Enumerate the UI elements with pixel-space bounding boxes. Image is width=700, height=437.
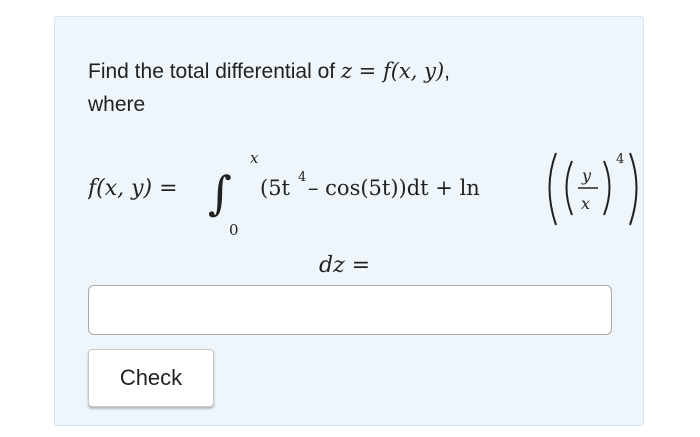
question-prefix: Find the total differential of (88, 60, 341, 83)
question-suffix: , (444, 60, 451, 83)
integrand-exponent: 4 (298, 170, 306, 185)
formula-lhs: f(x, y) = (88, 176, 178, 201)
inner-paren-left (565, 160, 573, 216)
answer-input[interactable] (88, 285, 612, 335)
check-button[interactable]: Check (88, 349, 214, 407)
answer-label: dz = (319, 253, 371, 278)
outer-paren-right (629, 152, 638, 226)
fraction-denominator: x (581, 194, 590, 213)
question-function: z = f(x, y) (340, 59, 445, 83)
question-where: where (88, 93, 146, 116)
question-text: Find the total differential of z = f(x, … (88, 59, 450, 84)
outer-paren-left (548, 152, 557, 226)
integral-lower-limit: 0 (229, 221, 239, 237)
integrand-part1: (5t (260, 176, 291, 200)
function-definition: f(x, y) = ∫ x 0 (5t 4 – cos(5t))dt + ln … (88, 149, 638, 237)
question-card: Find the total differential of z = f(x, … (54, 16, 644, 426)
inner-paren-right (603, 160, 611, 216)
integrand-part2: – cos(5t))dt + ln (308, 176, 480, 200)
fraction-numerator: y (581, 166, 592, 185)
outer-exponent: 4 (616, 152, 624, 167)
integral-upper-limit: x (250, 149, 259, 167)
integral-sign: ∫ (208, 166, 232, 220)
